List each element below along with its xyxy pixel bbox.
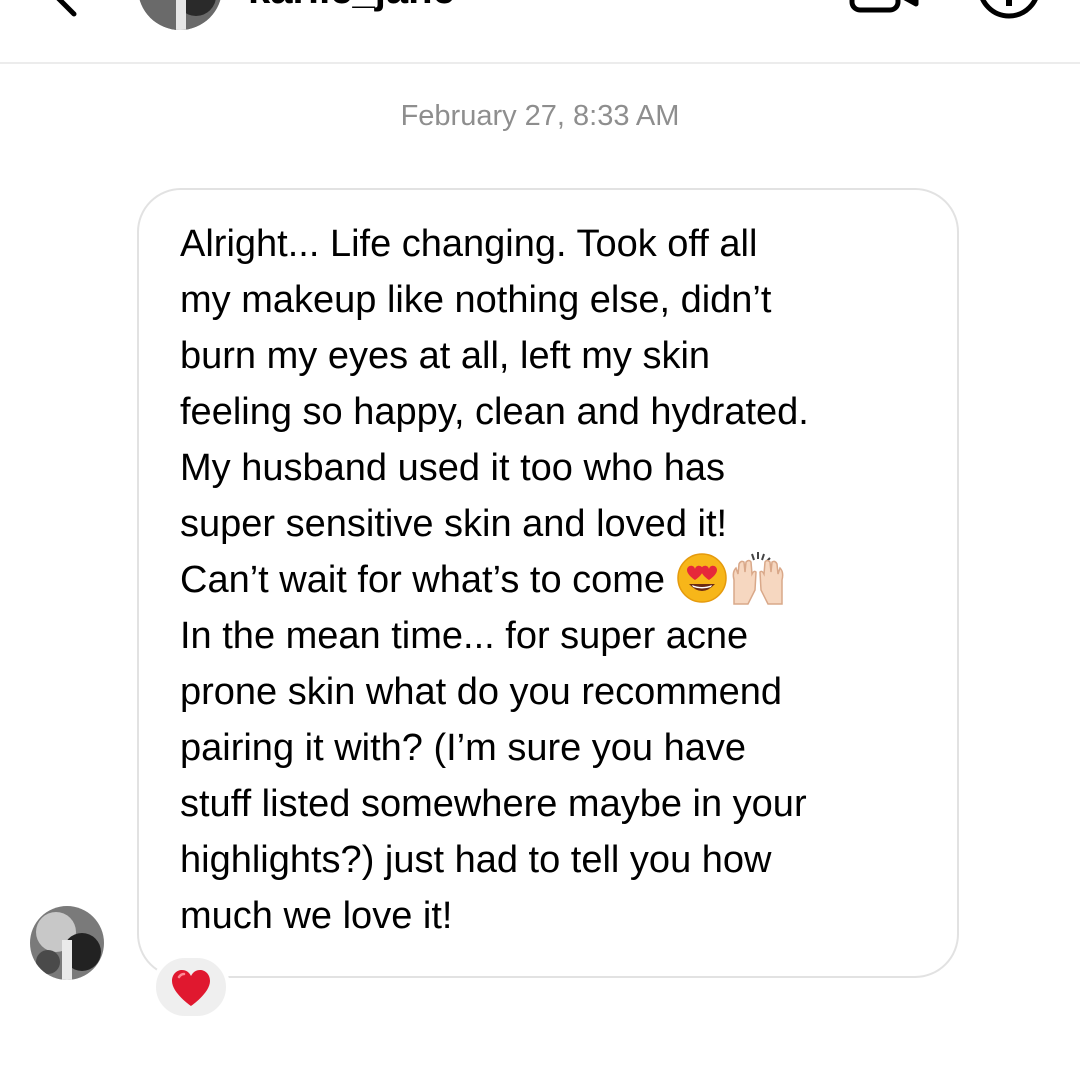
- message-line: prone skin what do you recommend: [180, 671, 782, 713]
- raising-hands-emoji-icon: [732, 551, 784, 605]
- message-line: highlights?) just had to tell you how: [180, 839, 772, 881]
- message-line: super sensitive skin and loved it!: [180, 503, 728, 545]
- sender-avatar[interactable]: [30, 906, 104, 980]
- header-avatar[interactable]: [138, 0, 222, 30]
- back-button[interactable]: [40, 0, 90, 20]
- message-line: stuff listed somewhere maybe in your: [180, 783, 807, 825]
- message-line: In the mean time... for super acne: [180, 615, 749, 657]
- video-call-button[interactable]: [848, 0, 920, 16]
- heart-reaction[interactable]: [152, 954, 230, 1020]
- dm-thread: karlie_jane February 27, 8:33 AM Alright…: [0, 0, 1080, 1080]
- message-line: feeling so happy, clean and hydrated.: [180, 391, 809, 433]
- message-timestamp: February 27, 8:33 AM: [400, 100, 680, 132]
- info-icon: [980, 0, 1038, 19]
- info-button[interactable]: [976, 0, 1042, 20]
- header-username[interactable]: karlie_jane: [248, 0, 455, 10]
- video-camera-icon: [849, 0, 919, 13]
- message-line: pairing it with? (I’m sure you have: [180, 727, 747, 769]
- red-heart-icon: [172, 970, 210, 1006]
- heart-eyes-emoji-icon: [676, 553, 727, 603]
- message-line-text: Can’t wait for what’s to come: [180, 559, 666, 601]
- thread-header: karlie_jane: [0, 0, 1080, 64]
- message-line: Alright... Life changing. Took off all: [180, 223, 758, 265]
- chevron-left-icon: [56, 0, 77, 17]
- message-line-with-emoji: Can’t wait for what’s to come: [180, 551, 788, 610]
- message-line: burn my eyes at all, left my skin: [180, 335, 711, 377]
- message-line: My husband used it too who has: [180, 447, 726, 489]
- message-line: my makeup like nothing else, didn’t: [180, 279, 772, 321]
- message-line: much we love it!: [180, 895, 453, 937]
